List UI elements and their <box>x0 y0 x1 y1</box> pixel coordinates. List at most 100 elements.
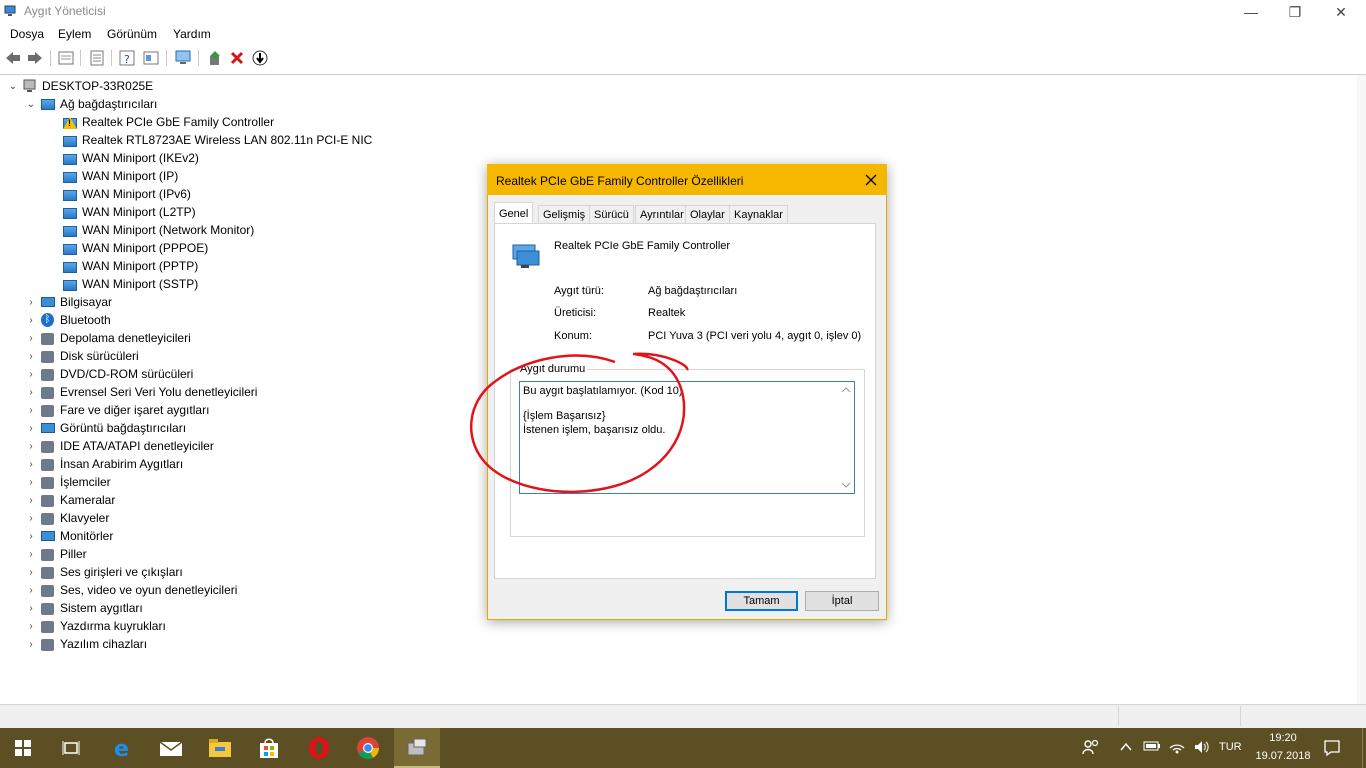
chevron-right-icon[interactable]: › <box>26 585 36 596</box>
tab-ayrintilar[interactable]: Ayrıntılar <box>635 205 689 224</box>
tree-category-item[interactable]: › Disk sürücüleri <box>26 347 139 365</box>
language-indicator[interactable]: TUR <box>1219 741 1242 753</box>
network-device-item[interactable]: ! Realtek PCIe GbE Family Controller <box>62 113 274 131</box>
chevron-right-icon[interactable]: › <box>26 423 36 434</box>
chevron-down-icon[interactable]: ⌄ <box>26 99 36 110</box>
uninstall-icon[interactable] <box>228 49 246 67</box>
cancel-button[interactable]: İptal <box>805 591 879 611</box>
chevron-right-icon[interactable]: › <box>26 477 36 488</box>
tree-category-item[interactable]: › ᛒ Bluetooth <box>26 311 111 329</box>
chevron-right-icon[interactable]: › <box>26 405 36 416</box>
back-arrow-icon[interactable] <box>4 49 22 67</box>
tree-category-item[interactable]: › IDE ATA/ATAPI denetleyiciler <box>26 437 214 455</box>
chevron-right-icon[interactable]: › <box>26 297 36 308</box>
tree-category-item[interactable]: › Görüntü bağdaştırıcıları <box>26 419 186 437</box>
chevron-right-icon[interactable]: › <box>26 387 36 398</box>
tree-category-item[interactable]: › Bilgisayar <box>26 293 112 311</box>
chevron-right-icon[interactable]: › <box>26 621 36 632</box>
file-explorer-icon[interactable] <box>197 728 243 768</box>
tab-surucu[interactable]: Sürücü <box>589 205 634 224</box>
notifications-icon[interactable] <box>1323 739 1341 760</box>
wifi-icon[interactable] <box>1168 738 1186 757</box>
tree-category-item[interactable]: › İşlemciler <box>26 473 111 491</box>
vertical-scrollbar[interactable] <box>1357 75 1366 704</box>
tree-category-item[interactable]: › Sistem aygıtları <box>26 599 143 617</box>
network-device-item[interactable]: WAN Miniport (Network Monitor) <box>62 221 254 239</box>
tree-category-item[interactable]: › Kameralar <box>26 491 115 509</box>
tab-olaylar[interactable]: Olaylar <box>685 205 730 224</box>
clock-time[interactable]: 19:20 <box>1252 732 1314 744</box>
tree-category-item[interactable]: › Klavyeler <box>26 509 109 527</box>
chevron-down-icon[interactable]: ⌄ <box>8 81 18 92</box>
dialog-close-button[interactable] <box>860 169 882 191</box>
tree-category-item[interactable]: › DVD/CD-ROM sürücüleri <box>26 365 193 383</box>
network-device-item[interactable]: WAN Miniport (IPv6) <box>62 185 191 203</box>
task-view-icon[interactable] <box>48 728 94 768</box>
chevron-right-icon[interactable]: › <box>26 549 36 560</box>
menu-yardim[interactable]: Yardım <box>173 27 211 41</box>
maximize-button[interactable]: ❐ <box>1272 0 1318 24</box>
properties-icon[interactable] <box>57 49 75 67</box>
chevron-right-icon[interactable]: › <box>26 459 36 470</box>
mail-icon[interactable] <box>148 728 194 768</box>
tab-gelismis[interactable]: Gelişmiş <box>538 205 591 224</box>
chevron-right-icon[interactable]: › <box>26 333 36 344</box>
network-device-item[interactable]: WAN Miniport (L2TP) <box>62 203 196 221</box>
network-device-item[interactable]: WAN Miniport (PPPOE) <box>62 239 208 257</box>
tree-category-network[interactable]: ⌄ Ağ bağdaştırıcıları <box>26 95 158 113</box>
forward-arrow-icon[interactable] <box>26 49 44 67</box>
tree-category-item[interactable]: › Fare ve diğer işaret aygıtları <box>26 401 209 419</box>
chevron-right-icon[interactable]: › <box>26 567 36 578</box>
help-icon[interactable]: ? <box>118 49 136 67</box>
tree-root[interactable]: ⌄ DESKTOP-33R025E <box>8 77 153 95</box>
people-icon[interactable] <box>1082 738 1100 759</box>
tree-category-item[interactable]: › Evrensel Seri Veri Yolu denetleyicileri <box>26 383 257 401</box>
menu-dosya[interactable]: Dosya <box>10 27 44 41</box>
start-icon[interactable] <box>0 728 46 768</box>
chevron-right-icon[interactable]: › <box>26 639 36 650</box>
chevron-right-icon[interactable]: › <box>26 495 36 506</box>
tree-category-item[interactable]: › Ses, video ve oyun denetleyicileri <box>26 581 237 599</box>
network-device-item[interactable]: WAN Miniport (SSTP) <box>62 275 198 293</box>
menu-gorunum[interactable]: Görünüm <box>107 27 157 41</box>
network-device-item[interactable]: WAN Miniport (IKEv2) <box>62 149 199 167</box>
chevron-right-icon[interactable]: › <box>26 315 36 326</box>
chevron-right-icon[interactable]: › <box>26 603 36 614</box>
show-desktop-button[interactable] <box>1362 728 1366 768</box>
menu-eylem[interactable]: Eylem <box>58 27 91 41</box>
edge-icon[interactable]: e <box>100 728 146 768</box>
chevron-up-icon[interactable] <box>1120 741 1132 755</box>
chevron-right-icon[interactable]: › <box>26 513 36 524</box>
battery-icon[interactable] <box>1143 740 1161 755</box>
chevron-right-icon[interactable]: › <box>26 351 36 362</box>
volume-icon[interactable] <box>1193 739 1211 758</box>
tree-category-item[interactable]: › Yazılım cihazları <box>26 635 147 653</box>
view-icon[interactable] <box>142 49 160 67</box>
scan-hardware-icon[interactable] <box>174 49 192 67</box>
tab-kaynaklar[interactable]: Kaynaklar <box>729 205 788 224</box>
tree-category-item[interactable]: › Yazdırma kuyrukları <box>26 617 166 635</box>
close-button[interactable]: ✕ <box>1318 0 1364 24</box>
tree-category-item[interactable]: › Piller <box>26 545 87 563</box>
tree-category-item[interactable]: › Ses girişleri ve çıkışları <box>26 563 183 581</box>
tree-category-item[interactable]: › Monitörler <box>26 527 113 545</box>
chevron-right-icon[interactable]: › <box>26 441 36 452</box>
status-scrollbar[interactable] <box>838 382 854 493</box>
store-icon[interactable] <box>246 728 292 768</box>
chevron-right-icon[interactable]: › <box>26 369 36 380</box>
network-device-item[interactable]: Realtek RTL8723AE Wireless LAN 802.11n P… <box>62 131 372 149</box>
minimize-button[interactable]: — <box>1228 0 1274 24</box>
tree-category-item[interactable]: › Depolama denetleyicileri <box>26 329 191 347</box>
ok-button[interactable]: Tamam <box>725 591 798 611</box>
update-driver-icon[interactable] <box>206 49 224 67</box>
list-icon[interactable] <box>88 49 106 67</box>
disable-device-icon[interactable] <box>251 49 269 67</box>
network-device-item[interactable]: WAN Miniport (IP) <box>62 167 178 185</box>
tree-category-item[interactable]: › İnsan Arabirim Aygıtları <box>26 455 183 473</box>
tab-genel[interactable]: Genel <box>494 202 534 225</box>
chevron-right-icon[interactable]: › <box>26 531 36 542</box>
clock-date[interactable]: 19.07.2018 <box>1252 750 1314 762</box>
network-device-item[interactable]: WAN Miniport (PPTP) <box>62 257 198 275</box>
device-manager-taskbar-icon[interactable] <box>394 728 440 768</box>
chrome-icon[interactable] <box>345 728 391 768</box>
